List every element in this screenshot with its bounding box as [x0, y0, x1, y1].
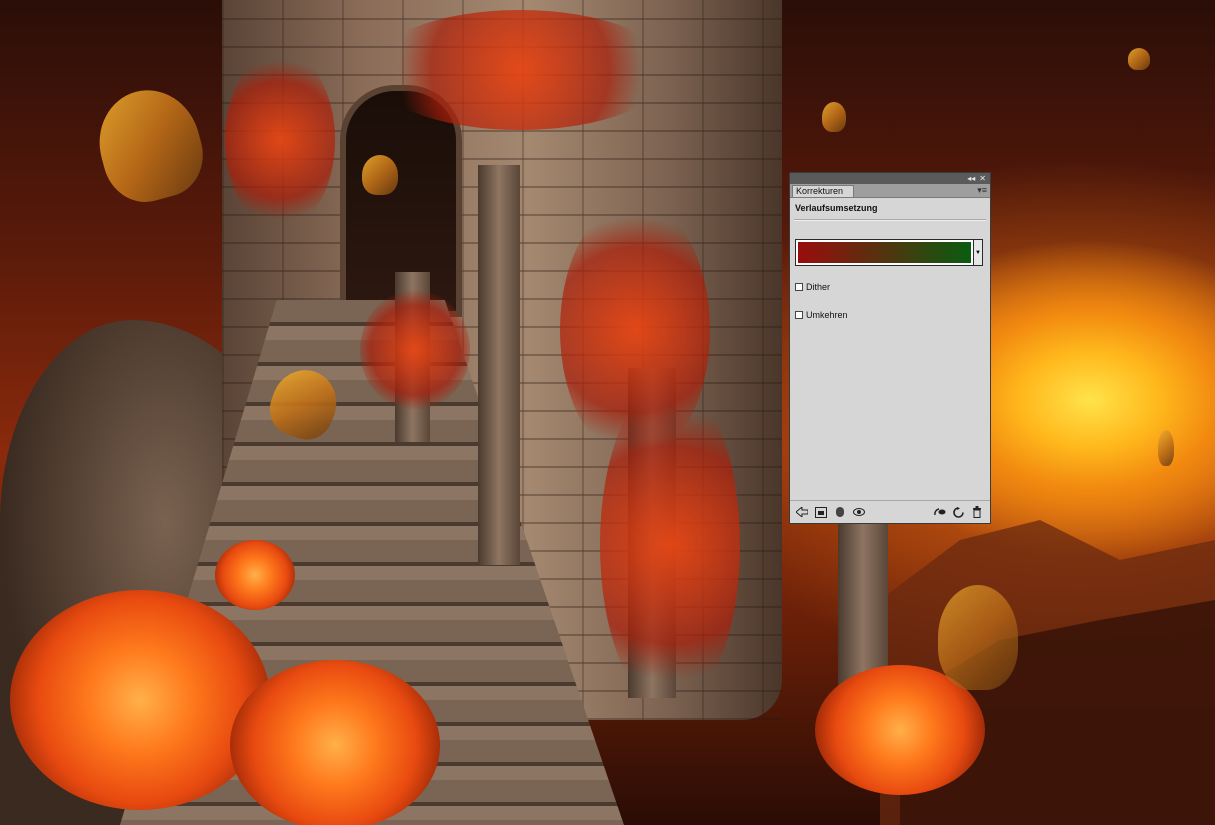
adjustment-title: Verlaufsumsetzung: [795, 203, 878, 213]
umkehren-label: Umkehren: [806, 310, 848, 320]
dither-checkbox[interactable]: [795, 283, 803, 291]
dahlia-flower: [215, 540, 295, 610]
dither-option[interactable]: Dither: [795, 282, 830, 292]
dahlia-flower: [10, 590, 270, 810]
adjustments-panel: ◂◂ ✕ Korrekturen ▾≡ Verlaufsumsetzung ▼ …: [789, 172, 991, 524]
butterfly: [822, 102, 846, 132]
dither-label: Dither: [806, 282, 831, 292]
butterfly: [362, 155, 398, 195]
gradient-preview[interactable]: [798, 242, 971, 263]
dahlia-flower: [230, 660, 440, 825]
butterfly: [938, 585, 1018, 690]
umkehren-checkbox[interactable]: [795, 311, 803, 319]
ivy-cluster: [370, 10, 670, 130]
view-previous-state-icon[interactable]: [932, 505, 946, 519]
delete-icon[interactable]: [970, 505, 984, 519]
stone-pillar: [478, 165, 520, 565]
panel-tab-row: Korrekturen ▾≡: [790, 184, 990, 198]
ivy-cluster: [360, 290, 470, 410]
panel-bottom-toolbar: [790, 500, 990, 523]
divider: [794, 219, 986, 221]
eye-icon[interactable]: [852, 505, 866, 519]
tab-korrekturen[interactable]: Korrekturen: [792, 185, 854, 197]
ivy-cluster: [600, 380, 740, 710]
clip-to-layer-icon[interactable]: [814, 505, 828, 519]
collapse-panel-icon[interactable]: ◂◂: [967, 173, 975, 184]
chevron-down-icon[interactable]: ▼: [973, 240, 982, 265]
gradient-picker[interactable]: ▼: [795, 239, 983, 266]
panel-titlebar[interactable]: ◂◂ ✕: [790, 173, 990, 184]
document-canvas[interactable]: [0, 0, 1215, 825]
close-icon[interactable]: ✕: [979, 173, 986, 184]
panel-menu-icon[interactable]: ▾≡: [977, 184, 987, 197]
layer-visibility-mask-icon[interactable]: [833, 505, 847, 519]
ivy-cluster: [225, 50, 335, 230]
reset-icon[interactable]: [951, 505, 965, 519]
umkehren-option[interactable]: Umkehren: [795, 310, 848, 320]
butterfly: [1128, 48, 1150, 70]
butterfly: [1158, 430, 1174, 466]
back-arrow-icon[interactable]: [795, 505, 809, 519]
